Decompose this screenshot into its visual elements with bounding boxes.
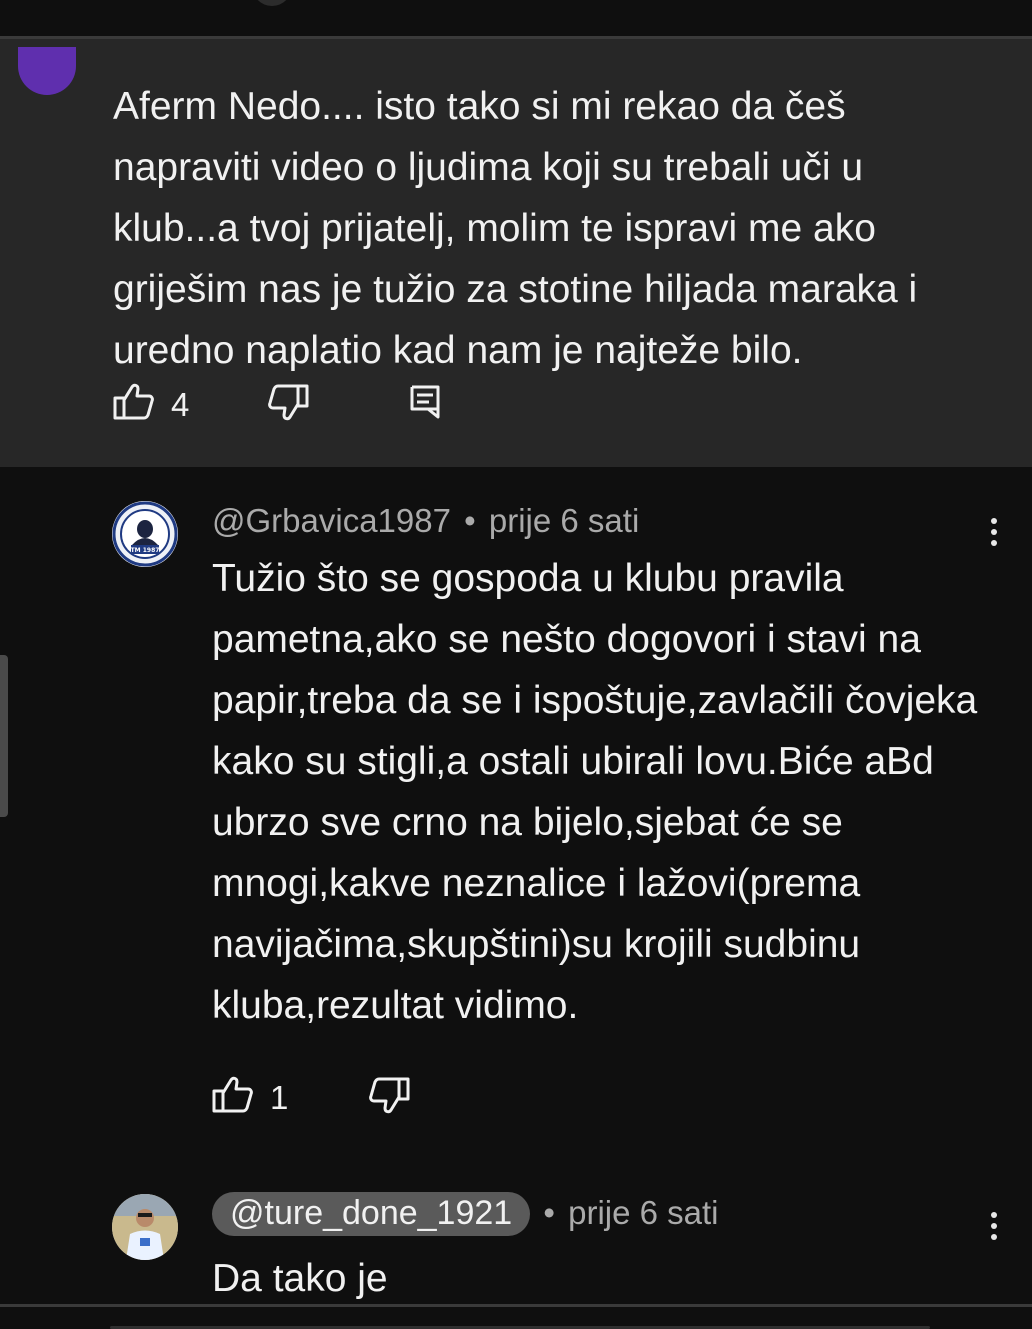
avatar-badge: TM 1987 bbox=[131, 547, 160, 554]
avatar[interactable] bbox=[112, 1194, 178, 1260]
comment-text: Aferm Nedo.... isto tako si mi rekao da … bbox=[113, 85, 918, 372]
comment-author-highlighted[interactable]: @ture_done_1921 bbox=[212, 1192, 531, 1236]
comment-text: Tužio što se gospoda u klubu pravila pam… bbox=[212, 557, 978, 1027]
meta-separator: • bbox=[543, 1194, 555, 1231]
like-count: 1 bbox=[270, 1078, 289, 1116]
truncated-glyph bbox=[252, 0, 292, 6]
comment-meta: @Grbavica1987 • prije 6 sati bbox=[212, 502, 639, 540]
like-count: 4 bbox=[171, 385, 190, 423]
comment-author[interactable]: @Grbavica1987 bbox=[212, 502, 451, 539]
comment-time[interactable]: prije 6 sati bbox=[489, 502, 639, 539]
comment-actions: 4 bbox=[113, 383, 441, 426]
thumb-up-icon[interactable] bbox=[212, 1076, 254, 1119]
more-options-icon[interactable] bbox=[989, 518, 999, 551]
thumb-down-icon[interactable] bbox=[267, 383, 309, 426]
divider-bottom bbox=[0, 1304, 1032, 1307]
top-strip bbox=[0, 0, 1032, 38]
reply-icon[interactable] bbox=[409, 384, 441, 425]
comment-text: Da tako je bbox=[212, 1257, 388, 1300]
thumb-up-icon[interactable] bbox=[113, 383, 155, 426]
comment-time[interactable]: prije 6 sati bbox=[568, 1194, 718, 1231]
more-options-icon[interactable] bbox=[989, 1212, 999, 1245]
comment-actions: 1 bbox=[212, 1076, 410, 1119]
thumb-down-icon[interactable] bbox=[368, 1076, 410, 1119]
commenter-avatar[interactable] bbox=[18, 47, 76, 95]
avatar[interactable]: TM 1987 bbox=[112, 501, 178, 567]
scrollbar-thumb[interactable] bbox=[0, 655, 8, 817]
comment-meta: @ture_done_1921 • prije 6 sati bbox=[212, 1192, 719, 1236]
meta-separator: • bbox=[464, 502, 476, 539]
highlighted-comment: Aferm Nedo.... isto tako si mi rekao da … bbox=[0, 39, 1032, 467]
